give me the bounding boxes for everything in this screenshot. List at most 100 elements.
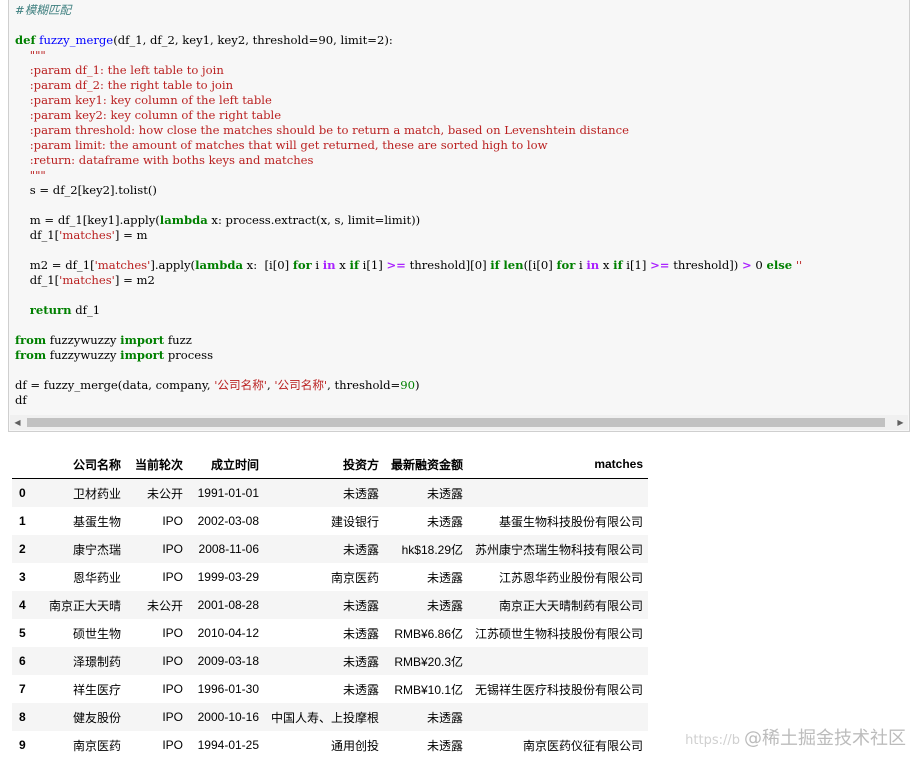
def-keyword: def — [15, 33, 36, 47]
header-founded: 成立时间 — [188, 450, 265, 479]
docstring-line: :param key1: key column of the left tabl… — [15, 93, 272, 107]
code-text: ] = m — [114, 228, 148, 242]
code-editor[interactable]: #模糊匹配 def fuzzy_merge(df_1, df_2, key1, k… — [15, 3, 802, 408]
import-line: from fuzzywuzzy import fuzz — [15, 333, 802, 348]
cell-company: 硕世生物 — [73, 626, 122, 641]
docstring-line: :param key2: key column of the right tab… — [15, 108, 282, 122]
code-cell-input[interactable]: #模糊匹配 def fuzzy_merge(df_1, df_2, key1, k… — [8, 0, 910, 432]
code-text: df = fuzzy_merge(data, company, — [15, 378, 215, 392]
cell-company: 恩华药业 — [73, 570, 122, 585]
code-comment-line: #模糊匹配 — [15, 3, 802, 18]
watermark-url: https://b — [685, 733, 740, 748]
table-row: 2 康宁杰瑞 IPO 2008-11-06 未透露 hk$18.29亿 苏州康宁杰瑞生物科技… — [12, 535, 649, 563]
code-text: x: [i[0] — [243, 258, 293, 272]
cell-funding: 未透露 — [427, 738, 464, 753]
cell-matches: 苏州康宁杰瑞生物科技有限公司 — [475, 542, 644, 557]
row-index: 0 — [19, 486, 26, 500]
code-text: x — [335, 258, 350, 272]
in-keyword: in — [586, 258, 600, 272]
string-literal: '公司名称' — [274, 378, 328, 392]
code-text: fuzzywuzzy — [46, 348, 121, 362]
code-text: ].apply( — [150, 258, 196, 272]
dataframe-output: 公司名称 当前轮次 成立时间 投资方 最新融资金额 matches 0 卫材药业未… — [12, 450, 649, 759]
cell-round: IPO — [162, 654, 184, 668]
docstring-line: :param limit: the amount of matches that… — [15, 138, 548, 152]
code-text: df_1 — [71, 303, 101, 317]
import-keyword: import — [120, 348, 165, 362]
row-index: 9 — [19, 738, 26, 752]
cell-round: IPO — [162, 738, 184, 752]
operator: >= — [650, 258, 670, 272]
code-text: 0 — [751, 258, 767, 272]
import-keyword: import — [120, 333, 165, 347]
code-text: df_1[ — [15, 273, 60, 287]
table-row: 1 基蛋生物 IPO 2002-03-08 建设银行 未透露 基蛋生物科技股份有限公司 — [12, 507, 648, 535]
row-index: 3 — [19, 570, 26, 584]
code-text: i — [575, 258, 587, 272]
docstring-open: """ — [15, 48, 46, 62]
cell-founded: 1999-03-29 — [197, 570, 260, 584]
code-text: i — [311, 258, 323, 272]
comment: #模糊匹配 — [15, 3, 72, 17]
cell-matches: 江苏硕世生物科技股份有限公司 — [475, 626, 644, 641]
from-keyword: from — [15, 348, 47, 362]
builtin-len: len — [503, 258, 524, 272]
table-row: 9 南京医药 IPO 1994-01-25 通用创投 未透露 南京医药仪征有限公司 — [12, 731, 648, 759]
row-index: 4 — [19, 598, 26, 612]
return-line: return df_1 — [15, 303, 802, 318]
code-text: fuzzywuzzy — [46, 333, 121, 347]
lambda-keyword: lambda — [159, 213, 208, 227]
row-index: 7 — [19, 682, 26, 696]
cell-funding: 未透露 — [427, 514, 464, 529]
header-funding: 最新融资金额 — [384, 450, 469, 479]
string-literal: 'matches' — [59, 273, 115, 287]
table-row: 3 恩华药业 IPO 1999-03-29 南京医药 未透露 江苏恩华药业股份有限公司 — [12, 563, 648, 591]
code-line-assign2: df_1['matches'] = m2 — [15, 273, 802, 288]
cell-round: IPO — [162, 570, 184, 584]
watermark: https://b @稀土掘金技术社区 — [685, 724, 906, 750]
code-line-s: s = df_2[key2].tolist() — [15, 183, 157, 197]
docstring-line: :param threshold: how close the matches … — [15, 123, 629, 137]
table-row: 0 卫材药业 未公开 1991-01-01 未透露 未透露 — [12, 478, 649, 507]
cell-investor: 未透露 — [343, 682, 380, 697]
code-text: ] = m2 — [114, 273, 155, 287]
docstring-close: """ — [15, 168, 46, 182]
string-literal: '' — [792, 258, 803, 272]
from-keyword: from — [15, 333, 47, 347]
code-text: fuzz — [164, 333, 192, 347]
header-round: 当前轮次 — [126, 450, 189, 479]
scroll-left-arrow-icon[interactable]: ◀ — [10, 415, 25, 430]
cell-company: 基蛋生物 — [73, 514, 122, 529]
cell-funding: 未透露 — [427, 570, 464, 585]
code-text: x: process.extract(x, s, limit=limit)) — [207, 213, 421, 227]
cell-company: 南京正大天晴 — [49, 598, 122, 613]
header-matches: matches — [468, 450, 649, 479]
table-row: 8 健友股份 IPO 2000-10-16 中国人寿、上投摩根 未透露 — [12, 703, 649, 731]
code-text: threshold][0] — [405, 258, 491, 272]
cell-funding: hk$18.29亿 — [401, 542, 464, 557]
def-line: def fuzzy_merge(df_1, df_2, key1, key2, … — [15, 33, 802, 48]
watermark-text: @稀土掘金技术社区 — [744, 728, 906, 749]
string-literal: '公司名称' — [214, 378, 267, 392]
code-text: i[1] — [622, 258, 651, 272]
cell-investor: 建设银行 — [331, 514, 380, 529]
scroll-right-arrow-icon[interactable]: ▶ — [893, 415, 908, 430]
cell-founded: 2009-03-18 — [197, 654, 260, 668]
operator: >= — [386, 258, 406, 272]
for-keyword: for — [292, 258, 312, 272]
cell-matches: 南京医药仪征有限公司 — [523, 738, 644, 753]
cell-round: 未公开 — [147, 486, 184, 501]
cell-round: IPO — [162, 626, 184, 640]
cell-investor: 通用创投 — [331, 738, 380, 753]
call-line: df = fuzzy_merge(data, company, '公司名称', … — [15, 378, 802, 393]
horizontal-scrollbar[interactable]: ◀ ▶ — [10, 415, 908, 430]
scroll-thumb[interactable] — [27, 418, 885, 427]
number-literal: 90 — [400, 378, 416, 392]
cell-round: IPO — [162, 514, 184, 528]
table-row: 6 泽璟制药 IPO 2009-03-18 未透露 RMB¥20.3亿 — [12, 647, 649, 675]
cell-founded: 2002-03-08 — [197, 514, 260, 528]
cell-investor: 未透露 — [343, 542, 380, 557]
